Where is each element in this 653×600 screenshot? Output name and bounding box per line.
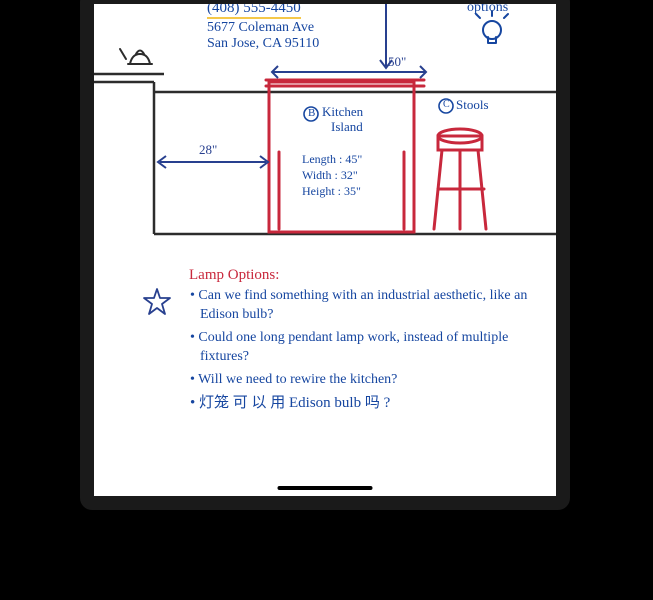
home-indicator[interactable] (278, 486, 373, 490)
address-line-2: San Jose, CA 95110 (207, 36, 319, 52)
note-canvas[interactable]: (408) 555-4450 5677 Coleman Ave San Jose… (94, 4, 556, 496)
island-badge: B (308, 107, 315, 119)
island-title-1: Kitchen (322, 104, 363, 120)
stools-badge: C (443, 99, 450, 110)
lamp-options-heading: Lamp Options: (189, 267, 279, 284)
bullet-1: Can we find something with an industrial… (190, 287, 540, 325)
sketch-drawing (94, 4, 556, 264)
island-spec-length: Length : 45" (302, 152, 362, 167)
dim-28: 28" (199, 142, 217, 158)
island-title-2: Island (331, 119, 363, 135)
island-spec-height: Height : 35" (302, 184, 361, 199)
star-icon (142, 287, 172, 317)
address-line-1: 5677 Coleman Ave (207, 20, 314, 36)
bullet-3: Will we need to rewire the kitchen? (190, 371, 540, 390)
bullet-4: 灯笼 可 以 用 Edison bulb 吗 ? (190, 393, 540, 413)
bullet-2: Could one long pendant lamp work, instea… (190, 329, 540, 367)
island-spec-width: Width : 32" (302, 168, 358, 183)
options-label: options (467, 0, 508, 16)
dim-50: 50" (388, 54, 406, 70)
phone-number[interactable]: (408) 555-4450 (207, 0, 301, 19)
tablet-frame: (408) 555-4450 5677 Coleman Ave San Jose… (80, 0, 570, 510)
stools-label: Stools (456, 97, 489, 113)
